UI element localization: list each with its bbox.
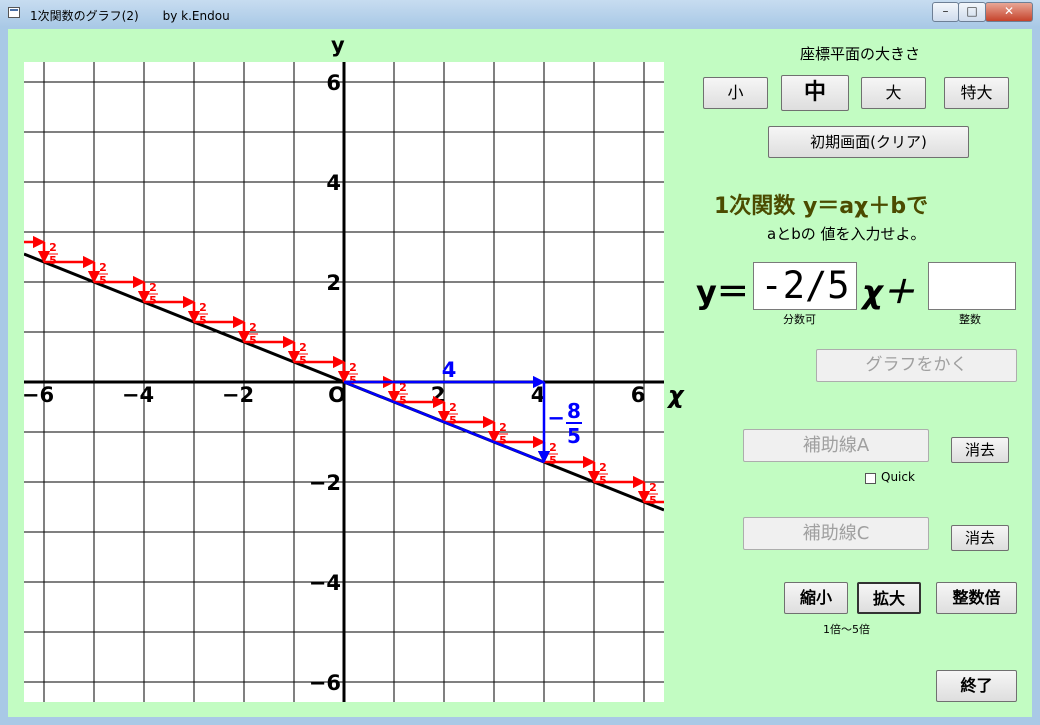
step-label-numerator: 2 bbox=[49, 241, 57, 254]
size-heading: 座標平面の大きさ bbox=[800, 45, 921, 63]
step-label-numerator: 2 bbox=[449, 401, 457, 414]
b-hint: 整数 bbox=[959, 313, 981, 326]
equation-y-equals: y＝ bbox=[696, 273, 749, 311]
client-area: y χ O −6 −4 −2 2 4 6 6 4 2 −2 −4 −6 2 5 2… bbox=[8, 29, 1032, 717]
x-tick-label: −6 bbox=[24, 383, 54, 407]
step-label-denominator: 5 bbox=[599, 474, 607, 487]
step-label-numerator: 2 bbox=[99, 261, 107, 274]
step-label-numerator: 2 bbox=[349, 361, 357, 374]
coordinate-plane[interactable]: O −6 −4 −2 2 4 6 6 4 2 −2 −4 −6 2525252525252525252… bbox=[24, 62, 664, 702]
y-tick-label: 6 bbox=[326, 71, 341, 95]
triangle-rise-numerator: 8 bbox=[567, 399, 581, 423]
b-value-input[interactable] bbox=[928, 262, 1016, 310]
aux-line-c-button[interactable]: 補助線C bbox=[743, 517, 929, 550]
origin-label: O bbox=[328, 383, 346, 407]
shrink-button[interactable]: 縮小 bbox=[784, 582, 848, 614]
y-tick-label: 2 bbox=[326, 271, 341, 295]
clear-button[interactable]: 初期画面(クリア) bbox=[768, 126, 969, 158]
enlarge-button[interactable]: 拡大 bbox=[857, 582, 921, 614]
y-tick-label: −2 bbox=[309, 471, 341, 495]
x-tick-label: −4 bbox=[122, 383, 154, 407]
step-label-denominator: 5 bbox=[649, 494, 657, 507]
size-large-button[interactable]: 大 bbox=[861, 77, 926, 109]
size-medium-button[interactable]: 中 bbox=[781, 75, 849, 111]
step-label-numerator: 2 bbox=[549, 441, 557, 454]
app-window: 1次関数のグラフ(2) by k.Endou – □ ✕ y χ O −6 −4… bbox=[0, 0, 1040, 725]
graph-canvas: O −6 −4 −2 2 4 6642−2−4−6 2525252525252525252… bbox=[24, 62, 664, 702]
step-label-denominator: 5 bbox=[299, 354, 307, 367]
equation-heading: 1次関数 y＝aχ＋bで bbox=[714, 194, 929, 219]
draw-graph-button[interactable]: グラフをかく bbox=[816, 349, 1017, 382]
step-label-numerator: 2 bbox=[199, 301, 207, 314]
x-tick-label: 6 bbox=[631, 383, 646, 407]
step-label-numerator: 2 bbox=[649, 481, 657, 494]
y-tick-label: 4 bbox=[326, 171, 341, 195]
x-tick-label: −2 bbox=[222, 383, 254, 407]
step-label-numerator: 2 bbox=[499, 421, 507, 434]
equation-x-plus: χ＋ bbox=[862, 273, 915, 311]
step-label-denominator: 5 bbox=[199, 314, 207, 327]
step-label-denominator: 5 bbox=[549, 454, 557, 467]
step-label-denominator: 5 bbox=[99, 274, 107, 287]
size-xlarge-button[interactable]: 特大 bbox=[944, 77, 1009, 109]
aux-line-a-button[interactable]: 補助線A bbox=[743, 429, 929, 462]
window-title: 1次関数のグラフ(2) by k.Endou bbox=[30, 9, 230, 23]
maximize-button[interactable]: □ bbox=[958, 2, 986, 22]
instruction-text: aとbの 値を入力せよ。 bbox=[767, 225, 926, 243]
a-hint: 分数可 bbox=[783, 313, 816, 326]
step-label-numerator: 2 bbox=[149, 281, 157, 294]
step-label-denominator: 5 bbox=[249, 334, 257, 347]
y-tick-label: −6 bbox=[309, 671, 341, 695]
step-label-numerator: 2 bbox=[249, 321, 257, 334]
triangle-rise-sign: − bbox=[547, 406, 565, 430]
triangle-run-label: 4 bbox=[442, 358, 457, 382]
step-label-denominator: 5 bbox=[149, 294, 157, 307]
y-axis-label: y bbox=[331, 33, 345, 57]
triangle-rise-denominator: 5 bbox=[567, 424, 581, 448]
y-tick-label: −4 bbox=[309, 571, 341, 595]
erase-a-button[interactable]: 消去 bbox=[951, 437, 1009, 463]
minimize-button[interactable]: – bbox=[932, 2, 959, 22]
integer-multiple-button[interactable]: 整数倍 bbox=[936, 582, 1017, 614]
x-axis-label: χ bbox=[668, 381, 684, 409]
app-icon[interactable] bbox=[8, 7, 20, 18]
zoom-range-text: 1倍～5倍 bbox=[823, 623, 870, 636]
step-label-numerator: 2 bbox=[599, 461, 607, 474]
close-button[interactable]: ✕ bbox=[985, 2, 1033, 22]
a-value-input[interactable]: -2/5 bbox=[753, 262, 857, 310]
slope-triangle: 4− 85 bbox=[343, 358, 582, 464]
step-label-denominator: 5 bbox=[49, 254, 57, 267]
quick-checkbox[interactable] bbox=[865, 473, 876, 484]
step-label-numerator: 2 bbox=[299, 341, 307, 354]
quick-label: Quick bbox=[881, 470, 915, 484]
title-bar[interactable]: 1次関数のグラフ(2) by k.Endou – □ ✕ bbox=[0, 0, 1040, 27]
size-small-button[interactable]: 小 bbox=[703, 77, 768, 109]
exit-button[interactable]: 終了 bbox=[936, 670, 1017, 702]
erase-c-button[interactable]: 消去 bbox=[951, 525, 1009, 551]
